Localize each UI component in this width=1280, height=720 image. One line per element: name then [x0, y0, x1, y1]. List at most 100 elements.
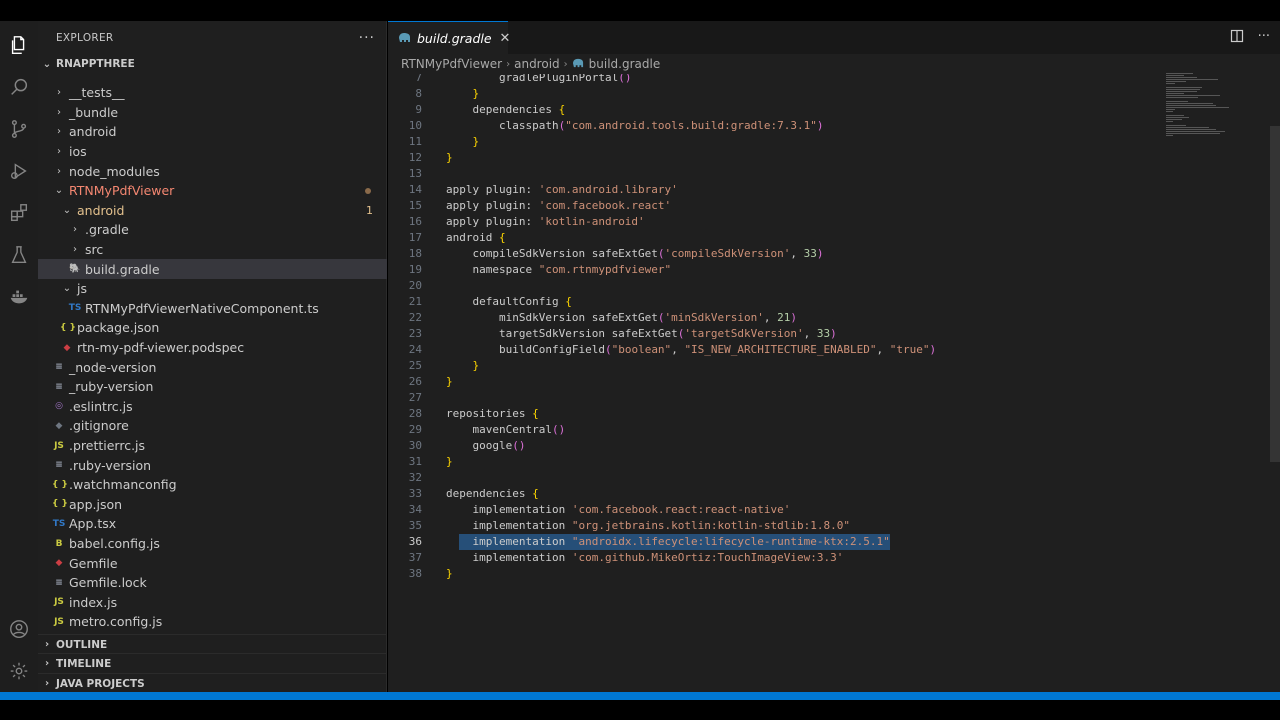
- tree-file[interactable]: TS RTNMyPdfViewerNativeComponent.ts: [38, 299, 387, 319]
- code-line[interactable]: 23 targetSdkVersion safeExtGet('targetSd…: [388, 326, 1280, 342]
- tree-folder[interactable]: › node_modules: [38, 161, 387, 181]
- tree-file[interactable]: ≡ .ruby-version: [38, 455, 387, 475]
- code-line[interactable]: 29 mavenCentral(): [388, 422, 1280, 438]
- code-line[interactable]: 8 }: [388, 86, 1280, 102]
- tree-file[interactable]: { }package.json: [38, 318, 387, 338]
- code-line[interactable]: 24 buildConfigField("boolean", "IS_NEW_A…: [388, 342, 1280, 358]
- tree-file[interactable]: TS App.tsx: [38, 514, 387, 534]
- code-line[interactable]: 14 apply plugin: 'com.android.library': [388, 182, 1280, 198]
- code-line[interactable]: 18 compileSdkVersion safeExtGet('compile…: [388, 246, 1280, 262]
- workspace-root[interactable]: ⌄ RNAPPTHREE: [38, 54, 387, 74]
- tree-item-label: index.js: [69, 594, 118, 610]
- code-line[interactable]: 12}: [388, 150, 1280, 166]
- tree-file[interactable]: JS .prettierrc.js: [38, 436, 387, 456]
- search-icon[interactable]: [5, 73, 33, 101]
- tree-file[interactable]: Bbabel.config.js: [38, 534, 387, 554]
- code-line[interactable]: 20: [388, 278, 1280, 294]
- tab-bar: build.gradle ✕ ···: [388, 21, 1280, 54]
- account-icon[interactable]: [5, 615, 33, 643]
- code-line[interactable]: 19 namespace "com.rtnmypdfviewer": [388, 262, 1280, 278]
- tree-folder[interactable]: › src: [38, 240, 387, 260]
- tree-file[interactable]: { }package.json: [38, 632, 387, 633]
- code-line[interactable]: 32: [388, 470, 1280, 486]
- code-line[interactable]: 22 minSdkVersion safeExtGet('minSdkVersi…: [388, 310, 1280, 326]
- split-editor-icon[interactable]: [1230, 29, 1244, 47]
- code-line[interactable]: 15 apply plugin: 'com.facebook.react': [388, 198, 1280, 214]
- code-line[interactable]: 34 implementation 'com.facebook.react:re…: [388, 502, 1280, 518]
- code-line[interactable]: 37 implementation 'com.github.MikeOrtiz:…: [388, 550, 1280, 566]
- line-number: 12: [408, 151, 422, 164]
- tree-file[interactable]: ◆ .gitignore: [38, 416, 387, 436]
- code-line[interactable]: 38}: [388, 566, 1280, 582]
- code-line[interactable]: 30 google(): [388, 438, 1280, 454]
- code-line[interactable]: 36 implementation "androidx.lifecycle:li…: [388, 534, 1280, 550]
- settings-gear-icon[interactable]: [5, 657, 33, 685]
- tree-file[interactable]: 🐘 build.gradle: [38, 259, 387, 279]
- code-line[interactable]: 16 apply plugin: 'kotlin-android': [388, 214, 1280, 230]
- breadcrumb-file[interactable]: build.gradle: [589, 57, 661, 71]
- status-bar: [0, 692, 1280, 700]
- code-text: implementation "androidx.lifecycle:lifec…: [446, 535, 890, 548]
- source-control-icon[interactable]: [5, 115, 33, 143]
- line-number: 36: [408, 535, 422, 548]
- code-line[interactable]: 13: [388, 166, 1280, 182]
- tree-file[interactable]: ≡ _ruby-version: [38, 377, 387, 397]
- tree-folder[interactable]: › _bundle: [38, 103, 387, 123]
- tree-folder[interactable]: › .gradle: [38, 220, 387, 240]
- more-actions-icon[interactable]: ···: [359, 30, 375, 46]
- timeline-label: TIMELINE: [56, 657, 112, 670]
- code-line[interactable]: 21 defaultConfig {: [388, 294, 1280, 310]
- tree-file[interactable]: ◎ .eslintrc.js: [38, 397, 387, 417]
- close-icon[interactable]: ✕: [500, 31, 511, 46]
- code-editor[interactable]: 7 gradlePluginPortal() 8 } 9 dependencies …: [388, 74, 1280, 692]
- docker-icon[interactable]: [5, 283, 33, 311]
- minimap[interactable]: [1164, 73, 1234, 143]
- more-actions-icon[interactable]: ···: [1258, 29, 1270, 47]
- tree-file[interactable]: ≡ _node-version: [38, 357, 387, 377]
- timeline-section[interactable]: › TIMELINE: [38, 653, 387, 673]
- vertical-scrollbar[interactable]: [1270, 126, 1280, 462]
- tree-file[interactable]: ◆ Gemfile: [38, 553, 387, 573]
- tree-file[interactable]: JS index.js: [38, 593, 387, 613]
- code-line[interactable]: 7 gradlePluginPortal(): [388, 74, 1280, 86]
- code-line[interactable]: 28 repositories {: [388, 406, 1280, 422]
- json-file-icon: { }: [60, 322, 76, 333]
- code-line[interactable]: 35 implementation "org.jetbrains.kotlin:…: [388, 518, 1280, 534]
- code-text: buildConfigField("boolean", "IS_NEW_ARCH…: [446, 343, 937, 356]
- tree-file[interactable]: JS metro.config.js: [38, 612, 387, 632]
- code-line[interactable]: 33 dependencies {: [388, 486, 1280, 502]
- explorer-icon[interactable]: [5, 31, 33, 59]
- tab-build-gradle[interactable]: build.gradle ✕: [388, 21, 511, 54]
- code-line[interactable]: 26}: [388, 374, 1280, 390]
- code-line[interactable]: 17 android {: [388, 230, 1280, 246]
- text-file-icon: ≡: [55, 362, 63, 373]
- minimap-line: [1166, 101, 1188, 102]
- tree-file[interactable]: ≡ Gemfile.lock: [38, 573, 387, 593]
- tree-folder[interactable]: ⌄ android 1: [38, 201, 387, 221]
- code-line[interactable]: 11 }: [388, 134, 1280, 150]
- chevron-down-icon: ⌄: [42, 58, 52, 70]
- tree-folder[interactable]: ⌄ RTNMyPdfViewer: [38, 181, 387, 201]
- tree-folder[interactable]: › __tests__: [38, 83, 387, 103]
- tree-folder[interactable]: ⌄ js: [38, 279, 387, 299]
- extensions-icon[interactable]: [5, 199, 33, 227]
- testing-icon[interactable]: [5, 241, 33, 269]
- tree-folder[interactable]: › android: [38, 122, 387, 142]
- chevron-right-icon: ›: [44, 639, 50, 650]
- tree-file[interactable]: ◆ rtn-my-pdf-viewer.podspec: [38, 338, 387, 358]
- code-line[interactable]: 25 }: [388, 358, 1280, 374]
- line-number: 14: [408, 183, 422, 196]
- run-debug-icon[interactable]: [5, 157, 33, 185]
- tree-file[interactable]: { } .watchmanconfig: [38, 475, 387, 495]
- tree-folder[interactable]: › ios: [38, 142, 387, 162]
- breadcrumb-folder[interactable]: android: [514, 57, 560, 71]
- outline-section[interactable]: › OUTLINE: [38, 634, 387, 654]
- code-line[interactable]: 31}: [388, 454, 1280, 470]
- code-line[interactable]: 10 classpath("com.android.tools.build:gr…: [388, 118, 1280, 134]
- breadcrumb-folder[interactable]: RTNMyPdfViewer: [401, 57, 502, 71]
- java-projects-section[interactable]: › JAVA PROJECTS: [38, 673, 387, 693]
- code-line[interactable]: 27: [388, 390, 1280, 406]
- code-line[interactable]: 9 dependencies {: [388, 102, 1280, 118]
- line-number: 34: [408, 503, 422, 516]
- tree-file[interactable]: { } app.json: [38, 495, 387, 515]
